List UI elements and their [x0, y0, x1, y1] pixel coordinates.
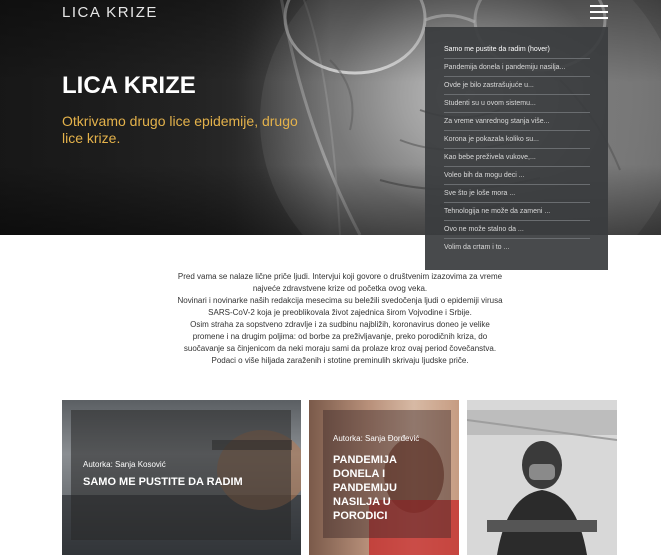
menu-bar	[590, 5, 608, 7]
menu-bar	[590, 11, 608, 13]
menu-item-story[interactable]: Korona je pokazala koliko su...	[444, 131, 590, 149]
story-card[interactable]	[467, 400, 617, 555]
menu-item-story[interactable]: Kao bebe preživela vukove,...	[444, 149, 590, 167]
story-card-photo	[467, 400, 617, 555]
card-author: Autorka: Sanja Kosović	[83, 460, 166, 469]
menu-item-story[interactable]: Tehnologija ne može da zameni ...	[444, 203, 590, 221]
menu-item-story[interactable]: Voleo bih da mogu deci ...	[444, 167, 590, 185]
intro-line: Osim straha za sopstveno zdravlje i za s…	[190, 320, 490, 329]
menu-item-story[interactable]: Studenti su u ovom sistemu...	[444, 95, 590, 113]
intro-line: Novinari i novinarke naših redakcija mes…	[177, 296, 503, 305]
hero-subtitle: Otkrivamo drugo lice epidemije, drugo li…	[62, 113, 298, 146]
site-title[interactable]: LICA KRIZE	[62, 4, 158, 21]
menu-item-story[interactable]: Sve što je loše mora ...	[444, 185, 590, 203]
hero-title: LICA KRIZE	[62, 72, 196, 99]
menu-item-story[interactable]: Samo me pustite da radim (hover)	[444, 41, 590, 59]
story-card[interactable]: Autorka: Sanja Đorđević PANDEMIJA DONELA…	[309, 400, 459, 555]
intro-text: Pred vama se nalaze lične priče ljudi. I…	[150, 271, 530, 367]
intro-line: suočavanje sa činjenicom da neki moraju …	[183, 344, 497, 353]
menu-bar	[590, 17, 608, 19]
menu-item-story[interactable]: Volim da crtam i to ...	[444, 239, 590, 257]
hamburger-menu-icon[interactable]	[590, 5, 608, 20]
card-title[interactable]: SAMO ME PUSTITE DA RADIM	[83, 475, 283, 489]
story-card[interactable]: Autorka: Sanja Kosović SAMO ME PUSTITE D…	[62, 400, 301, 555]
intro-line: Podaci o više hiljada zaraženih i stotin…	[211, 356, 469, 365]
card-author: Autorka: Sanja Đorđević	[333, 434, 420, 443]
intro-line: najveće zdravstvene krize od početka ovo…	[252, 284, 428, 293]
menu-item-story[interactable]: Za vreme vanrednog stanja više...	[444, 113, 590, 131]
card-title[interactable]: PANDEMIJA DONELA I PANDEMIJU NASILJA U P…	[333, 453, 443, 523]
intro-line: promene i na drugim poljima: od borbe za…	[192, 332, 488, 341]
intro-line: Pred vama se nalaze lične priče ljudi. I…	[177, 272, 503, 281]
stories-dropdown-menu: Samo me pustite da radim (hover) Pandemi…	[425, 27, 608, 270]
intro-line: SARS-CoV-2 koja je preoblikovala život z…	[208, 308, 472, 317]
menu-item-story[interactable]: Pandemija donela i pandemiju nasilja...	[444, 59, 590, 77]
menu-item-story[interactable]: Ovo ne može stalno da ...	[444, 221, 590, 239]
menu-item-story[interactable]: Ovde je bilo zastrašujuće u...	[444, 77, 590, 95]
